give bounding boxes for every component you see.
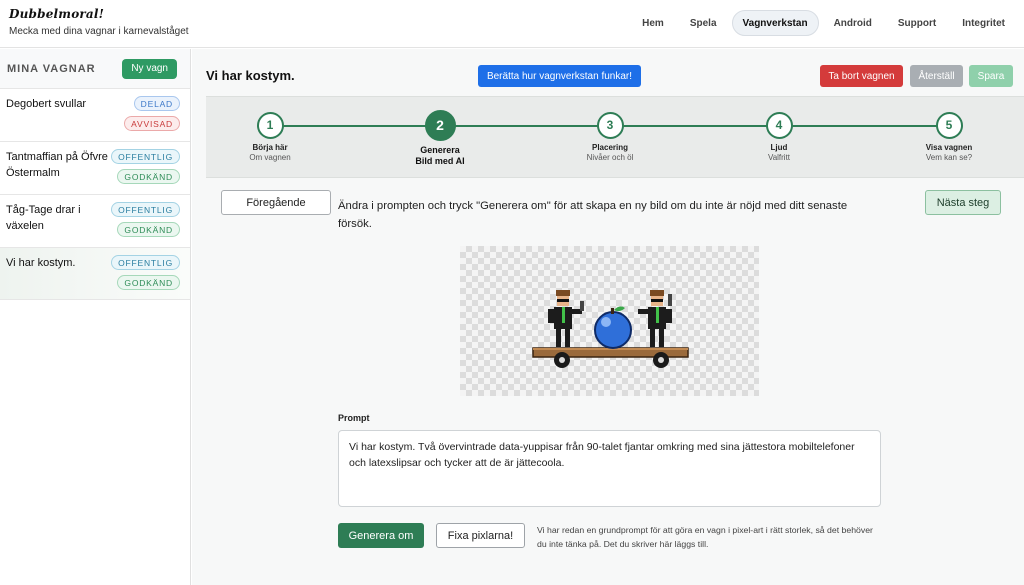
sidebar-title: MINA VAGNAR	[7, 63, 96, 75]
generated-image-preview	[460, 246, 759, 396]
site-tagline: Mecka med dina vagnar i karnevalståget	[9, 26, 189, 37]
nav-hem[interactable]: Hem	[631, 10, 675, 36]
wagon-list-item[interactable]: Degobert svullar DELAD AVVISAD	[0, 89, 190, 142]
wagon-name: Degobert svullar	[6, 98, 87, 110]
next-step-button[interactable]: Nästa steg	[925, 190, 1001, 215]
previous-step-button[interactable]: Föregående	[221, 190, 331, 215]
wagon-sidebar: MINA VAGNAR Ny vagn Degobert svullar DEL…	[0, 49, 191, 585]
wagon-list-item[interactable]: Tåg-Tage drar i växelen OFFENTLIG GODKÄN…	[0, 195, 190, 248]
pixel-art-wagon-image	[532, 290, 689, 368]
wagon-name: Vi har kostym.	[6, 257, 76, 269]
wagon-name: Tåg-Tage drar i växelen	[6, 204, 81, 232]
sidebar-header: MINA VAGNAR Ny vagn	[0, 49, 190, 89]
prompt-hint-text: Vi har redan en grundprompt för att göra…	[537, 525, 873, 549]
main-nav: Hem Spela Vagnverkstan Android Support I…	[631, 10, 1016, 36]
prompt-label: Prompt	[338, 413, 370, 423]
status-badge-approved: GODKÄND	[117, 169, 180, 184]
step-4[interactable]: 4 Ljud Valfritt	[729, 112, 829, 162]
status-badge-public: OFFENTLIG	[111, 202, 180, 217]
status-badge-shared: DELAD	[133, 96, 180, 111]
nav-spela[interactable]: Spela	[679, 10, 728, 36]
status-badge-rejected: AVVISAD	[124, 116, 180, 131]
instruction-text: Ändra i prompten och tryck "Generera om"…	[338, 200, 848, 230]
reset-button[interactable]: Återställ	[910, 65, 963, 87]
site-logo[interactable]: Dubbelmoral!	[9, 7, 104, 21]
nav-vagnverkstan[interactable]: Vagnverkstan	[731, 10, 819, 36]
step-title: Generera	[420, 145, 460, 155]
save-button[interactable]: Spara	[969, 65, 1013, 87]
step-progress: 1 Börja här Om vagnen 2 Generera Bild me…	[206, 96, 1024, 178]
status-badge-approved: GODKÄND	[117, 275, 180, 290]
step-2[interactable]: 2 Generera Bild med AI	[390, 110, 490, 166]
status-badge-public: OFFENTLIG	[111, 255, 180, 270]
step-title: Placering	[591, 143, 628, 152]
step-subtitle: Nivåer och öl	[586, 153, 634, 162]
nav-android[interactable]: Android	[823, 10, 883, 36]
step-number: 3	[596, 112, 624, 139]
help-button[interactable]: Berätta hur vagnverkstan funkar!	[478, 65, 641, 87]
step-subtitle: Bild med AI	[415, 156, 465, 166]
step-title: Ljud	[770, 143, 788, 152]
wagon-name: Tantmaffian på Öfvre Östermalm	[6, 151, 108, 179]
status-badge-approved: GODKÄND	[117, 222, 180, 237]
step-number: 4	[765, 112, 793, 139]
step-number: 1	[256, 112, 284, 139]
delete-wagon-button[interactable]: Ta bort vagnen	[820, 65, 903, 87]
status-badge-public: OFFENTLIG	[111, 149, 180, 164]
nav-integritet[interactable]: Integritet	[951, 10, 1016, 36]
step-number: 2	[424, 110, 456, 141]
prompt-textarea[interactable]: Vi har kostym. Två övervintrade data-yup…	[338, 430, 881, 507]
step-number: 5	[935, 112, 963, 139]
page-title: Vi har kostym.	[206, 68, 295, 83]
step-3[interactable]: 3 Placering Nivåer och öl	[560, 112, 660, 162]
step-subtitle: Vem kan se?	[925, 153, 973, 162]
step-title: Börja här	[252, 143, 288, 152]
wagon-list-item[interactable]: Tantmaffian på Öfvre Östermalm OFFENTLIG…	[0, 142, 190, 195]
regenerate-button[interactable]: Generera om	[338, 523, 424, 548]
new-wagon-button[interactable]: Ny vagn	[122, 59, 177, 79]
wagon-list-item-active[interactable]: Vi har kostym. OFFENTLIG GODKÄND	[0, 248, 190, 300]
step-1[interactable]: 1 Börja här Om vagnen	[220, 112, 320, 162]
step-title: Visa vagnen	[925, 143, 973, 152]
main-panel: Vi har kostym. Berätta hur vagnverkstan …	[192, 49, 1024, 585]
step-subtitle: Valfritt	[767, 153, 791, 162]
fix-pixels-button[interactable]: Fixa pixlarna!	[436, 523, 525, 548]
nav-support[interactable]: Support	[887, 10, 947, 36]
step-5[interactable]: 5 Visa vagnen Vem kan se?	[899, 112, 999, 162]
step-subtitle: Om vagnen	[249, 153, 291, 162]
top-header: Dubbelmoral! Mecka med dina vagnar i kar…	[0, 0, 1024, 48]
